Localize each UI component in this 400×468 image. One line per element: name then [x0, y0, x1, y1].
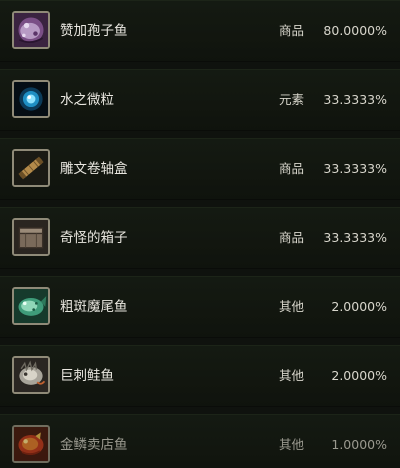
item-name: 粗斑魔尾鱼 [60, 299, 128, 315]
list-item[interactable]: 水之微粒 元素 33.3333% [0, 69, 400, 131]
list-item[interactable]: 粗斑魔尾鱼 其他 2.0000% [0, 276, 400, 338]
golden-fish-icon [12, 425, 50, 463]
spiny-salmon-icon [12, 356, 50, 394]
item-category: 其他 [279, 437, 305, 452]
drop-chance: 1.0000% [331, 437, 387, 452]
item-name: 水之微粒 [60, 92, 114, 108]
list-item[interactable]: 金鳞卖店鱼 其他 1.0000% [0, 414, 400, 468]
item-name: 雕文卷轴盒 [60, 161, 128, 177]
item-name: 奇怪的箱子 [60, 230, 128, 246]
scroll-case-icon [12, 149, 50, 187]
list-item[interactable]: 雕文卷轴盒 商品 33.3333% [0, 138, 400, 200]
drop-chance: 33.3333% [323, 161, 387, 176]
item-category: 商品 [279, 23, 305, 38]
item-category: 元素 [279, 92, 305, 107]
list-item[interactable]: 赞加孢子鱼 商品 80.0000% [0, 0, 400, 62]
item-name: 赞加孢子鱼 [60, 23, 128, 39]
curious-crate-icon [12, 218, 50, 256]
item-category: 商品 [279, 161, 305, 176]
list-item[interactable]: 奇怪的箱子 商品 33.3333% [0, 207, 400, 269]
mote-of-water-icon [12, 80, 50, 118]
item-category: 其他 [279, 299, 305, 314]
drop-chance: 33.3333% [323, 92, 387, 107]
drop-chance: 33.3333% [323, 230, 387, 245]
drop-chance: 2.0000% [331, 299, 387, 314]
drop-chance: 2.0000% [331, 368, 387, 383]
spotted-feltail-icon [12, 287, 50, 325]
drop-chance: 80.0000% [323, 23, 387, 38]
loot-table: 赞加孢子鱼 商品 80.0000% 水之微粒 元素 33.3333% 雕文卷轴盒… [0, 0, 400, 468]
item-name: 金鳞卖店鱼 [60, 437, 128, 453]
item-category: 其他 [279, 368, 305, 383]
item-category: 商品 [279, 230, 305, 245]
zangar-spore-fish-icon [12, 11, 50, 49]
list-item[interactable]: 巨刺鲑鱼 其他 2.0000% [0, 345, 400, 407]
item-name: 巨刺鲑鱼 [60, 368, 114, 384]
